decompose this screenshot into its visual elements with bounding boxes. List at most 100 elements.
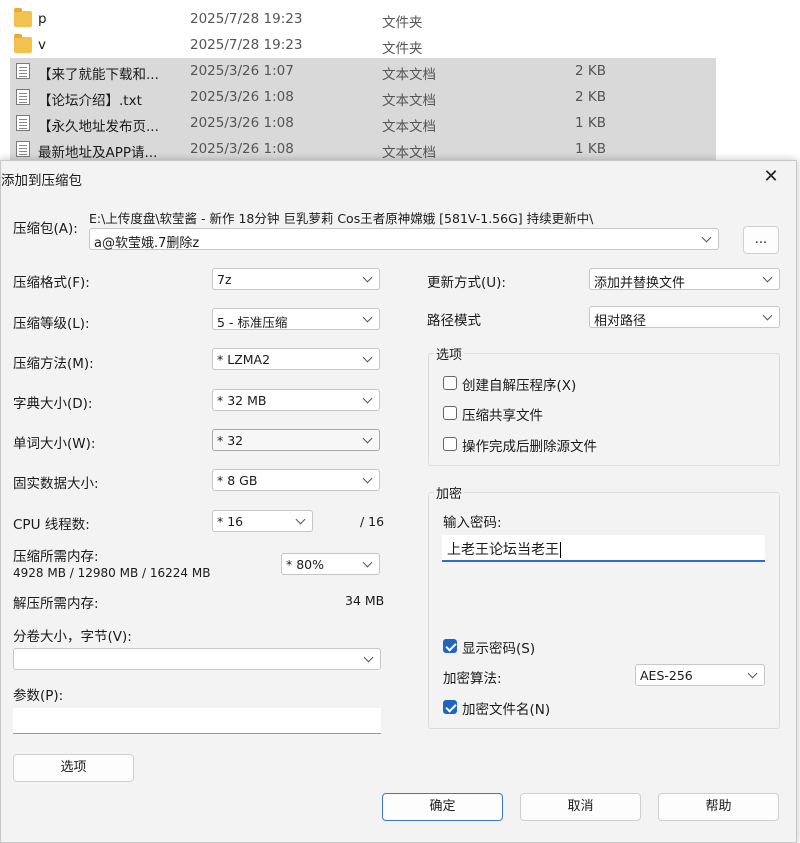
file-date: 2025/3/26 1:07 [190,63,294,79]
chevron-down-icon [294,513,308,529]
sfx-checkbox[interactable] [443,376,457,390]
dialog-titlebar: 添加到压缩包 ✕ [1,161,796,193]
file-date: 2025/3/26 1:08 [190,115,294,131]
archive-name-combo[interactable]: a@软莹娥.7删除z [89,228,719,251]
method-select[interactable]: * LZMA2 [212,348,380,370]
file-explorer-list: p 2025/7/28 19:23 文件夹 v 2025/7/28 19:23 文件夹 【来… [0,0,800,162]
cancel-button[interactable]: 取消 [520,793,641,821]
file-name: 【永久地址发布页... [38,119,159,135]
text-file-icon [16,115,30,131]
file-row[interactable]: 【论坛介绍】.txt 2025/3/26 1:08 文本文档 2 KB [10,84,716,110]
chevron-down-icon [362,651,376,667]
password-label: 输入密码: [443,515,502,531]
file-date: 2025/3/26 1:08 [190,89,294,105]
chevron-down-icon [361,311,375,327]
file-row[interactable]: v 2025/7/28 19:23 文件夹 [10,32,716,58]
mem-select[interactable]: * 80% [281,553,380,575]
file-name: 【来了就能下载和... [38,67,159,83]
file-type: 文本文档 [382,67,436,83]
split-label: 分卷大小，字节(V): [13,629,132,645]
add-to-archive-dialog: 添加到压缩包 ✕ 压缩包(A): E:\上传度盘\软莹酱 - 新作 18分钟 巨… [0,160,797,843]
file-name: 【论坛介绍】.txt [38,93,142,109]
format-label: 压缩格式(F): [13,275,90,291]
archive-name-value: a@软莹娥.7删除z [94,236,200,251]
file-type: 文件夹 [382,15,423,31]
folder-icon [14,34,32,53]
chevron-down-icon [761,309,775,325]
method-value: * LZMA2 [217,352,271,367]
text-file-icon [16,141,30,157]
update-value: 添加并替换文件 [594,276,686,291]
chevron-down-icon [361,392,375,408]
archive-label: 压缩包(A): [13,221,78,237]
delete-source-label: 操作完成后删除源文件 [462,439,597,455]
chevron-down-icon [361,556,375,572]
text-file-icon [16,63,30,79]
options-button[interactable]: 选项 [13,754,134,782]
dialog-title: 添加到压缩包 [1,173,82,189]
path-mode-value: 相对路径 [594,314,647,329]
format-select[interactable]: 7z [212,268,380,290]
word-value: * 32 [217,433,244,448]
chevron-down-icon [361,351,375,367]
path-mode-select[interactable]: 相对路径 [589,306,780,329]
update-label: 更新方式(U): [427,275,506,291]
browse-button[interactable]: ... [743,226,779,254]
password-input[interactable]: 上老王论坛当老王 [442,535,765,562]
password-value: 上老王论坛当老王 [447,542,561,558]
text-file-icon [16,89,30,105]
cpu-value: * 16 [217,514,244,529]
cpu-label: CPU 线程数: [13,517,90,533]
file-type: 文本文档 [382,93,436,109]
ok-button[interactable]: 确定 [382,793,503,821]
file-row[interactable]: 【来了就能下载和... 2025/3/26 1:07 文本文档 2 KB [10,58,716,84]
solid-value: * 8 GB [217,473,258,488]
file-size: 2 KB [575,63,606,79]
chevron-down-icon [700,231,714,247]
shared-label: 压缩共享文件 [462,408,543,424]
enc-method-label: 加密算法: [443,671,502,687]
file-row[interactable]: 最新地址及APP请... 2025/3/26 1:08 文本文档 1 KB [10,136,716,162]
file-type: 文件夹 [382,41,423,57]
dict-select[interactable]: * 32 MB [212,389,380,411]
file-size: 1 KB [575,115,606,131]
encryption-group-label: 加密 [434,483,465,502]
options-group-label: 选项 [434,344,465,363]
word-select[interactable]: * 32 [212,429,380,451]
encrypt-names-checkbox[interactable] [443,700,457,714]
path-mode-label: 路径模式 [427,313,481,329]
file-type: 文本文档 [382,119,436,135]
level-value: 5 - 标准压缩 [217,315,288,330]
file-row[interactable]: p 2025/7/28 19:23 文件夹 [10,6,716,32]
sfx-label: 创建自解压程序(X) [462,378,577,394]
close-icon[interactable]: ✕ [760,166,782,188]
file-date: 2025/7/28 19:23 [190,11,303,27]
show-password-label: 显示密码(S) [462,641,536,657]
file-name: p [38,11,47,27]
params-label: 参数(P): [13,688,64,704]
file-row[interactable]: 【永久地址发布页... 2025/3/26 1:08 文本文档 1 KB [10,110,716,136]
split-combo[interactable] [13,648,381,670]
format-value: 7z [217,272,232,287]
solid-select[interactable]: * 8 GB [212,469,380,491]
shared-checkbox[interactable] [443,406,457,420]
level-select[interactable]: 5 - 标准压缩 [212,308,380,330]
level-label: 压缩等级(L): [13,316,90,332]
show-password-checkbox[interactable] [443,639,457,653]
file-name: 最新地址及APP请... [38,145,158,161]
chevron-down-icon [761,271,775,287]
decomp-label: 解压所需内存: [13,596,99,612]
cpu-select[interactable]: * 16 [212,510,313,532]
help-button[interactable]: 帮助 [658,793,779,821]
file-name: v [38,37,46,53]
update-select[interactable]: 添加并替换文件 [589,268,780,291]
enc-method-select[interactable]: AES-256 [635,664,765,686]
dict-value: * 32 MB [217,393,267,408]
enc-method-value: AES-256 [640,668,693,683]
delete-source-checkbox[interactable] [443,437,457,451]
method-label: 压缩方法(M): [13,356,94,372]
dict-label: 字典大小(D): [13,396,93,412]
params-input[interactable] [13,708,381,734]
encrypt-names-label: 加密文件名(N) [462,702,551,718]
cpu-total: / 16 [360,514,385,529]
